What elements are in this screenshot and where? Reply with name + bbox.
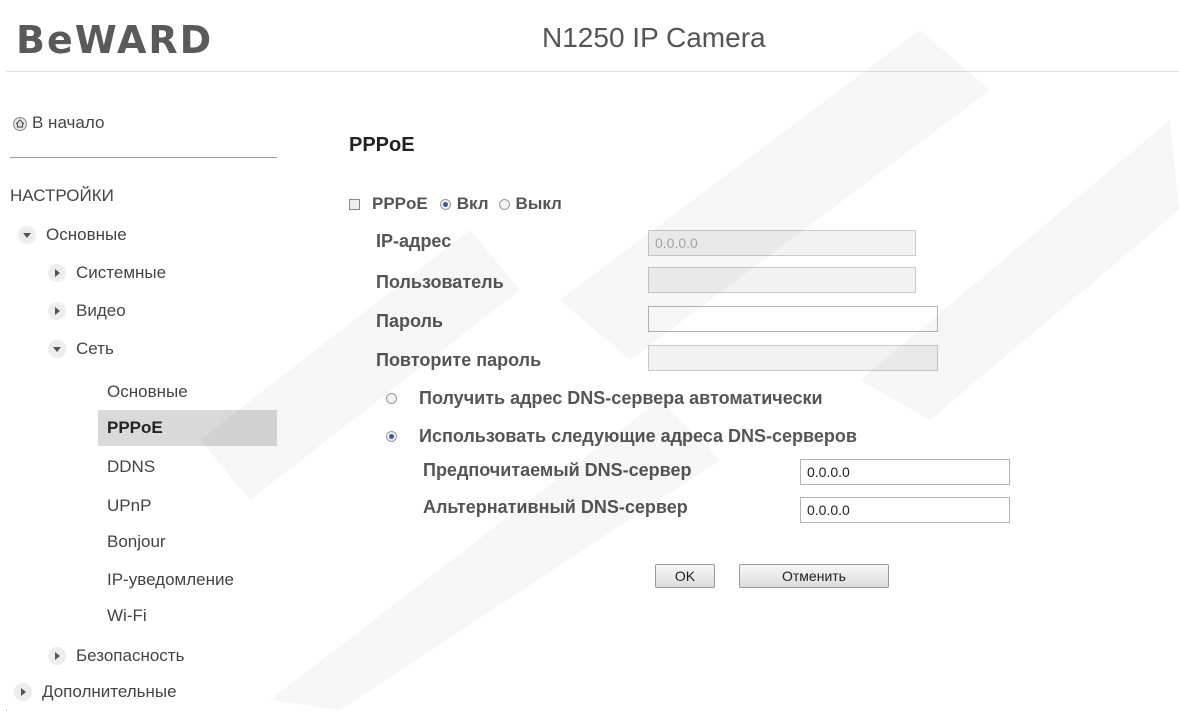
password-label: Пароль <box>376 311 443 331</box>
chevron-down-icon <box>48 340 66 358</box>
sidebar-item-label: Дополнительные <box>42 682 177 701</box>
dns-alternate-label: Альтернативный DNS-сервер <box>423 497 688 517</box>
dns-preferred-label: Предпочитаемый DNS-сервер <box>423 460 692 480</box>
chevron-right-icon <box>48 302 66 320</box>
ok-button[interactable]: OK <box>655 564 715 588</box>
chevron-down-icon <box>18 226 36 244</box>
cancel-button[interactable]: Отменить <box>739 564 889 588</box>
dns-auto-label: Получить адрес DNS-сервера автоматически <box>419 388 823 408</box>
sidebar-item-basic[interactable]: Основные <box>18 220 127 250</box>
sidebar-subitem-upnp[interactable]: UPnP <box>107 488 151 524</box>
password-field[interactable] <box>648 306 938 332</box>
dns-auto-radio[interactable] <box>386 393 397 404</box>
home-label: В начало <box>32 113 105 132</box>
repeat-password-label: Повторите пароль <box>376 350 542 370</box>
home-link[interactable]: В начало <box>12 113 104 133</box>
dns-preferred-field[interactable] <box>800 459 1010 485</box>
sidebar-item-security[interactable]: Безопасность <box>48 641 184 671</box>
dns-manual-row: Использовать следующие адреса DNS-сервер… <box>386 426 857 447</box>
ip-label: IP-адрес <box>376 231 452 251</box>
sidebar-item-label: Сеть <box>76 339 114 358</box>
sidebar-subitem-ip-notify[interactable]: IP-уведомление <box>107 562 234 598</box>
sidebar-subitem-bonjour[interactable]: Bonjour <box>107 524 166 560</box>
user-field[interactable] <box>648 267 916 293</box>
sidebar-item-advanced[interactable]: Дополнительные <box>14 677 177 707</box>
logo: BeWARD <box>16 18 214 62</box>
chevron-right-icon <box>48 647 66 665</box>
repeat-password-field[interactable] <box>648 345 938 371</box>
pppoe-toggle-row: PPPoE Вкл Выкл <box>349 194 562 214</box>
pppoe-off-radio[interactable] <box>498 198 510 210</box>
pppoe-on-label: Вкл <box>456 194 489 213</box>
ip-field[interactable] <box>648 230 916 256</box>
sidebar-item-label: Основные <box>46 225 127 244</box>
dns-alternate-field[interactable] <box>800 497 1010 523</box>
sidebar-subitem-ddns[interactable]: DDNS <box>107 449 155 485</box>
pppoe-label: PPPoE <box>372 194 428 213</box>
sidebar-subitem-wifi[interactable]: Wi-Fi <box>107 598 147 634</box>
bullet-icon <box>349 198 360 210</box>
sidebar-item-system[interactable]: Системные <box>48 258 166 288</box>
sidebar-item-video[interactable]: Видео <box>48 296 126 326</box>
sidebar-subitem-basic[interactable]: Основные <box>107 374 188 410</box>
sidebar-subitem-pppoe[interactable]: PPPoE <box>98 410 277 446</box>
sidebar-item-network[interactable]: Сеть <box>48 334 114 364</box>
sidebar-divider <box>10 157 277 158</box>
home-icon <box>12 115 28 131</box>
sidebar-item-label: Безопасность <box>76 646 185 665</box>
user-label: Пользователь <box>376 272 504 292</box>
pppoe-on-radio[interactable] <box>439 198 451 210</box>
page-title: PPPoE <box>349 134 415 156</box>
chevron-right-icon <box>14 683 32 701</box>
header: BeWARD N1250 IP Camera <box>6 6 1179 72</box>
sidebar-section-title: НАСТРОЙКИ <box>10 186 114 205</box>
dns-manual-radio[interactable] <box>386 431 397 442</box>
camera-title: N1250 IP Camera <box>542 22 766 53</box>
dns-auto-row: Получить адрес DNS-сервера автоматически <box>386 388 823 409</box>
pppoe-off-label: Выкл <box>515 194 562 213</box>
sidebar-item-label: Системные <box>76 263 167 282</box>
dns-manual-label: Использовать следующие адреса DNS-сервер… <box>419 426 857 446</box>
sidebar-item-label: Видео <box>76 301 126 320</box>
chevron-right-icon <box>48 264 66 282</box>
